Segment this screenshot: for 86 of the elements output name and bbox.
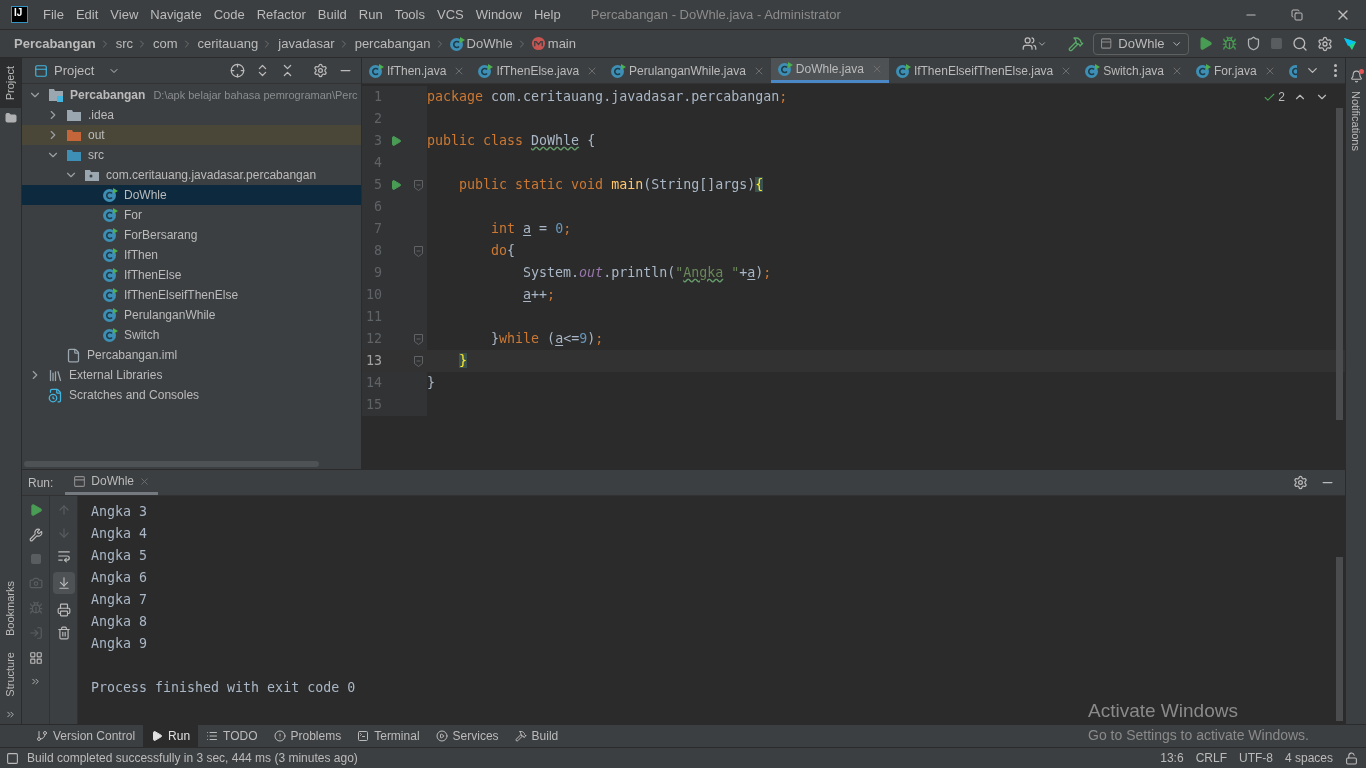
code-line: }while (a<=9); xyxy=(490,330,604,349)
editor-tab[interactable]: Switch.java xyxy=(1078,58,1189,83)
stripe-button[interactable]: Notifications xyxy=(1345,83,1366,159)
stripe-button[interactable]: Structure xyxy=(0,644,21,705)
tree-item[interactable]: com.ceritauang.javadasar.percabangan xyxy=(22,165,361,185)
tree-item[interactable]: src xyxy=(22,145,361,165)
console-line: Angka 7 xyxy=(91,591,149,609)
menu-item[interactable]: Code xyxy=(207,4,251,25)
tool-window-tab[interactable]: Services xyxy=(427,725,507,747)
breadcrumb[interactable]: DoWhle xyxy=(466,33,513,54)
menu-item[interactable]: Edit xyxy=(69,4,105,25)
menu-item[interactable]: VCS xyxy=(431,4,470,25)
menu-item[interactable]: Tools xyxy=(388,4,431,25)
tree-item[interactable]: Percabangan D:\apk belajar bahasa pemrograman\Perc xyxy=(22,85,361,105)
menu-item[interactable]: Build xyxy=(311,4,353,25)
tree-item[interactable]: DoWhle xyxy=(22,185,361,205)
tool-window-tab[interactable]: Run xyxy=(143,725,199,747)
menu-item[interactable]: Refactor xyxy=(250,4,312,25)
editor-tab[interactable]: For.java xyxy=(1189,58,1282,83)
inspection-count[interactable]: 2 xyxy=(1263,88,1285,106)
tree-item[interactable]: IfThenElseifThenElse xyxy=(22,285,361,305)
status-item[interactable]: CRLF xyxy=(1195,749,1227,767)
breadcrumb[interactable]: Percabangan xyxy=(14,33,96,54)
tree-item[interactable]: PerulanganWhile xyxy=(22,305,361,325)
menu-item[interactable]: Navigate xyxy=(144,4,208,25)
tree-item[interactable]: For xyxy=(22,205,361,225)
tree-item[interactable]: ForBersarang xyxy=(22,225,361,245)
tool-window-tab[interactable]: Version Control xyxy=(28,725,144,747)
editor-tab[interactable]: IfThenElseifThenElse.java xyxy=(888,58,1079,83)
stripe-button[interactable]: Bookmarks xyxy=(0,573,21,645)
tree-item[interactable]: IfThen xyxy=(22,245,361,265)
console-line: Angka 8 xyxy=(91,613,149,631)
console-line: Angka 6 xyxy=(91,569,149,587)
menu-item[interactable]: Run xyxy=(352,4,389,25)
status-item[interactable]: UTF-8 xyxy=(1238,749,1273,767)
tree-item[interactable]: IfThenElse xyxy=(22,265,361,285)
tool-window-tab[interactable]: Build xyxy=(506,725,567,747)
tree-item[interactable]: Scratches and Consoles xyxy=(22,385,361,405)
editor-tab[interactable]: IfThen.java xyxy=(362,58,472,83)
console-line: Angka 5 xyxy=(91,547,149,565)
console-line: Angka 4 xyxy=(91,525,149,543)
run-config-dropdown[interactable]: DoWhle xyxy=(1093,32,1189,55)
status-item[interactable]: 13:6 xyxy=(1160,749,1184,767)
console-line: Angka 3 xyxy=(91,503,149,521)
activation-message: Go to Settings to activate Windows. xyxy=(1088,726,1309,745)
app-logo: IJ xyxy=(11,6,28,23)
stripe-button[interactable]: Project xyxy=(0,58,21,109)
breadcrumb[interactable]: main xyxy=(547,33,576,54)
tree-item[interactable]: Switch xyxy=(22,325,361,345)
breadcrumb[interactable]: ceritauang xyxy=(197,33,259,54)
code-line: } xyxy=(427,374,435,393)
tool-window-tab[interactable]: Terminal xyxy=(349,725,428,747)
code-line: package com.ceritauang.javadasar.percabangan; xyxy=(427,88,788,107)
code-line: public class DoWhle { xyxy=(427,132,596,151)
path-text: D:\apk belajar bahasa pemrograman\Perc xyxy=(153,87,358,103)
tool-window-tab[interactable]: TODO xyxy=(198,725,266,747)
activation-title: Activate Windows xyxy=(1088,698,1239,723)
breadcrumb[interactable]: src xyxy=(115,33,133,54)
editor-tab[interactable]: PerulanganWhile.java xyxy=(604,58,771,83)
editor-tab[interactable]: DoWhle.java xyxy=(770,58,889,83)
breadcrumb[interactable]: com xyxy=(153,33,178,54)
run-panel-label: Run: xyxy=(28,474,54,492)
code-line: int a = 0; xyxy=(490,220,572,239)
console-line: Process finished with exit code 0 xyxy=(91,679,357,697)
tool-window-tab[interactable]: Problems xyxy=(265,725,350,747)
code-line: a++; xyxy=(522,286,556,305)
editor-tab[interactable]: IfThenElse.java xyxy=(471,58,605,83)
project-view-dropdown[interactable]: Project xyxy=(34,60,121,81)
code-line: System.out.println("Angka "+a); xyxy=(522,264,772,283)
tree-item[interactable]: External Libraries xyxy=(22,365,361,385)
tree-item[interactable]: Percabangan.iml xyxy=(22,345,361,365)
menu-item[interactable]: File xyxy=(37,4,70,25)
menu-item[interactable]: View xyxy=(104,4,145,25)
status-item[interactable]: 4 spaces xyxy=(1284,749,1333,767)
tree-item[interactable]: out xyxy=(22,125,361,145)
code-line: public static void main(String[]args){ xyxy=(458,176,764,195)
code-line: do{ xyxy=(490,242,516,261)
line-number: 13 xyxy=(365,352,382,371)
tree-item[interactable]: .idea xyxy=(22,105,361,125)
breadcrumb[interactable]: javadasar xyxy=(278,33,335,54)
menu-item[interactable]: Help xyxy=(527,4,567,25)
breadcrumb[interactable]: percabangan xyxy=(354,33,431,54)
console-line: Angka 9 xyxy=(91,635,149,653)
status-message: Build completed successfully in 3 sec, 444 ms (3 minutes ago) xyxy=(27,750,358,767)
menu-item[interactable]: Window xyxy=(469,4,528,25)
window-title: Percabangan - DoWhle.java - Administrator xyxy=(590,5,841,24)
